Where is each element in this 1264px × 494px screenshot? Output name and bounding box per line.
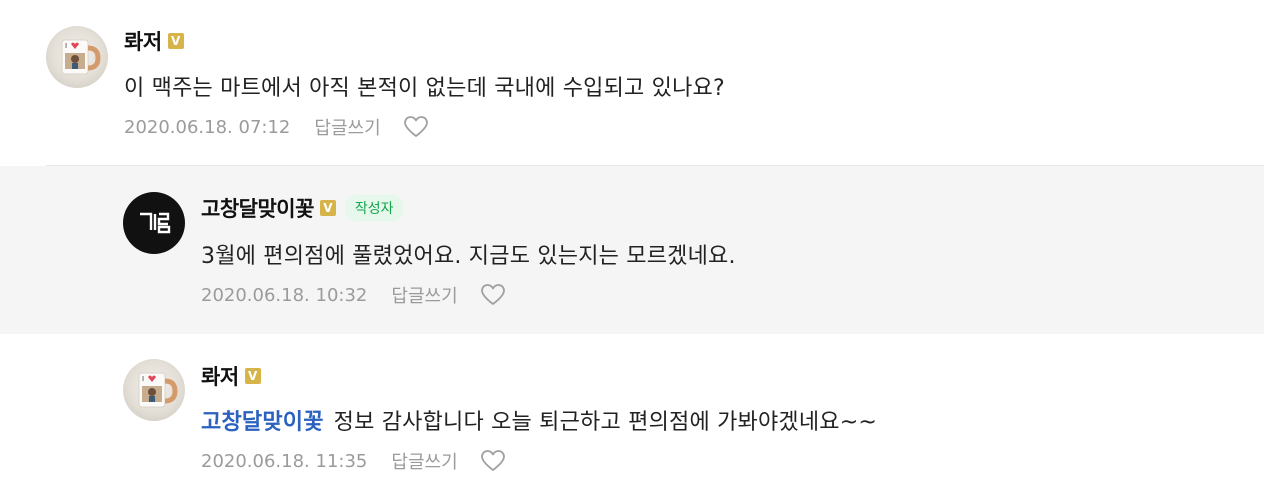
heart-icon[interactable] — [403, 115, 429, 139]
reply-button[interactable]: 답글쓰기 — [391, 282, 457, 308]
comment-date: 2020.06.18. 07:12 — [124, 116, 291, 138]
comment-body: 정보 감사합니다 오늘 퇴근하고 편의점에 가봐야겠네요~~ — [333, 410, 877, 435]
author-name[interactable]: 롸저 — [201, 361, 239, 391]
svg-text:I: I — [142, 375, 144, 383]
verified-badge-icon: V — [244, 368, 261, 384]
comment-text: 고창달맞이꽃 정보 감사합니다 오늘 퇴근하고 편의점에 가봐야겠네요~~ — [201, 404, 877, 436]
author-tag-badge: 작성자 — [344, 195, 404, 221]
comment-text: 이 맥주는 마트에서 아직 본적이 없는데 국내에 수입되고 있나요? — [124, 76, 725, 101]
comment-header: 롸저 V — [124, 26, 184, 56]
author-name[interactable]: 롸저 — [124, 26, 162, 56]
comment-meta: 2020.06.18. 11:35 답글쓰기 — [201, 448, 506, 474]
mug-photo-avatar[interactable]: I — [123, 359, 185, 421]
verified-badge-icon: V — [167, 33, 184, 49]
verified-badge-icon: V — [319, 200, 336, 216]
mug-photo-icon: I — [138, 372, 178, 408]
logo-avatar[interactable] — [123, 192, 185, 254]
comment-item: I 롸저 V 이 맥주는 마트에서 아직 본적이 없는데 국내에 수입되고 있나… — [0, 0, 1264, 165]
comment-header: 고창달맞이꽃 V 작성자 — [201, 193, 404, 223]
comment-reply-item: 고창달맞이꽃 V 작성자 3월에 편의점에 풀렸었어요. 지금도 있는지는 모르… — [0, 166, 1264, 334]
comment-date: 2020.06.18. 10:32 — [201, 284, 368, 306]
comment-header: 롸저 V — [201, 361, 261, 391]
comment-reply-item: I 롸저 V 고창달맞이꽃 정보 감사합니다 오늘 퇴근하고 편의점에 가봐야겠네… — [0, 334, 1264, 494]
mention-link[interactable]: 고창달맞이꽃 — [201, 410, 324, 435]
author-name[interactable]: 고창달맞이꽃 — [201, 193, 314, 223]
logo-icon — [140, 212, 171, 234]
reply-button[interactable]: 답글쓰기 — [391, 448, 457, 474]
comment-date: 2020.06.18. 11:35 — [201, 450, 368, 472]
mug-photo-avatar[interactable]: I — [46, 26, 108, 88]
svg-text:I: I — [65, 42, 67, 50]
reply-button[interactable]: 답글쓰기 — [314, 114, 380, 140]
comment-meta: 2020.06.18. 07:12 답글쓰기 — [124, 114, 429, 140]
heart-icon[interactable] — [480, 283, 506, 307]
heart-icon[interactable] — [480, 449, 506, 473]
comment-meta: 2020.06.18. 10:32 답글쓰기 — [201, 282, 506, 308]
mug-photo-icon: I — [61, 39, 101, 75]
comment-text: 3월에 편의점에 풀렸었어요. 지금도 있는지는 모르겠네요. — [201, 244, 736, 269]
